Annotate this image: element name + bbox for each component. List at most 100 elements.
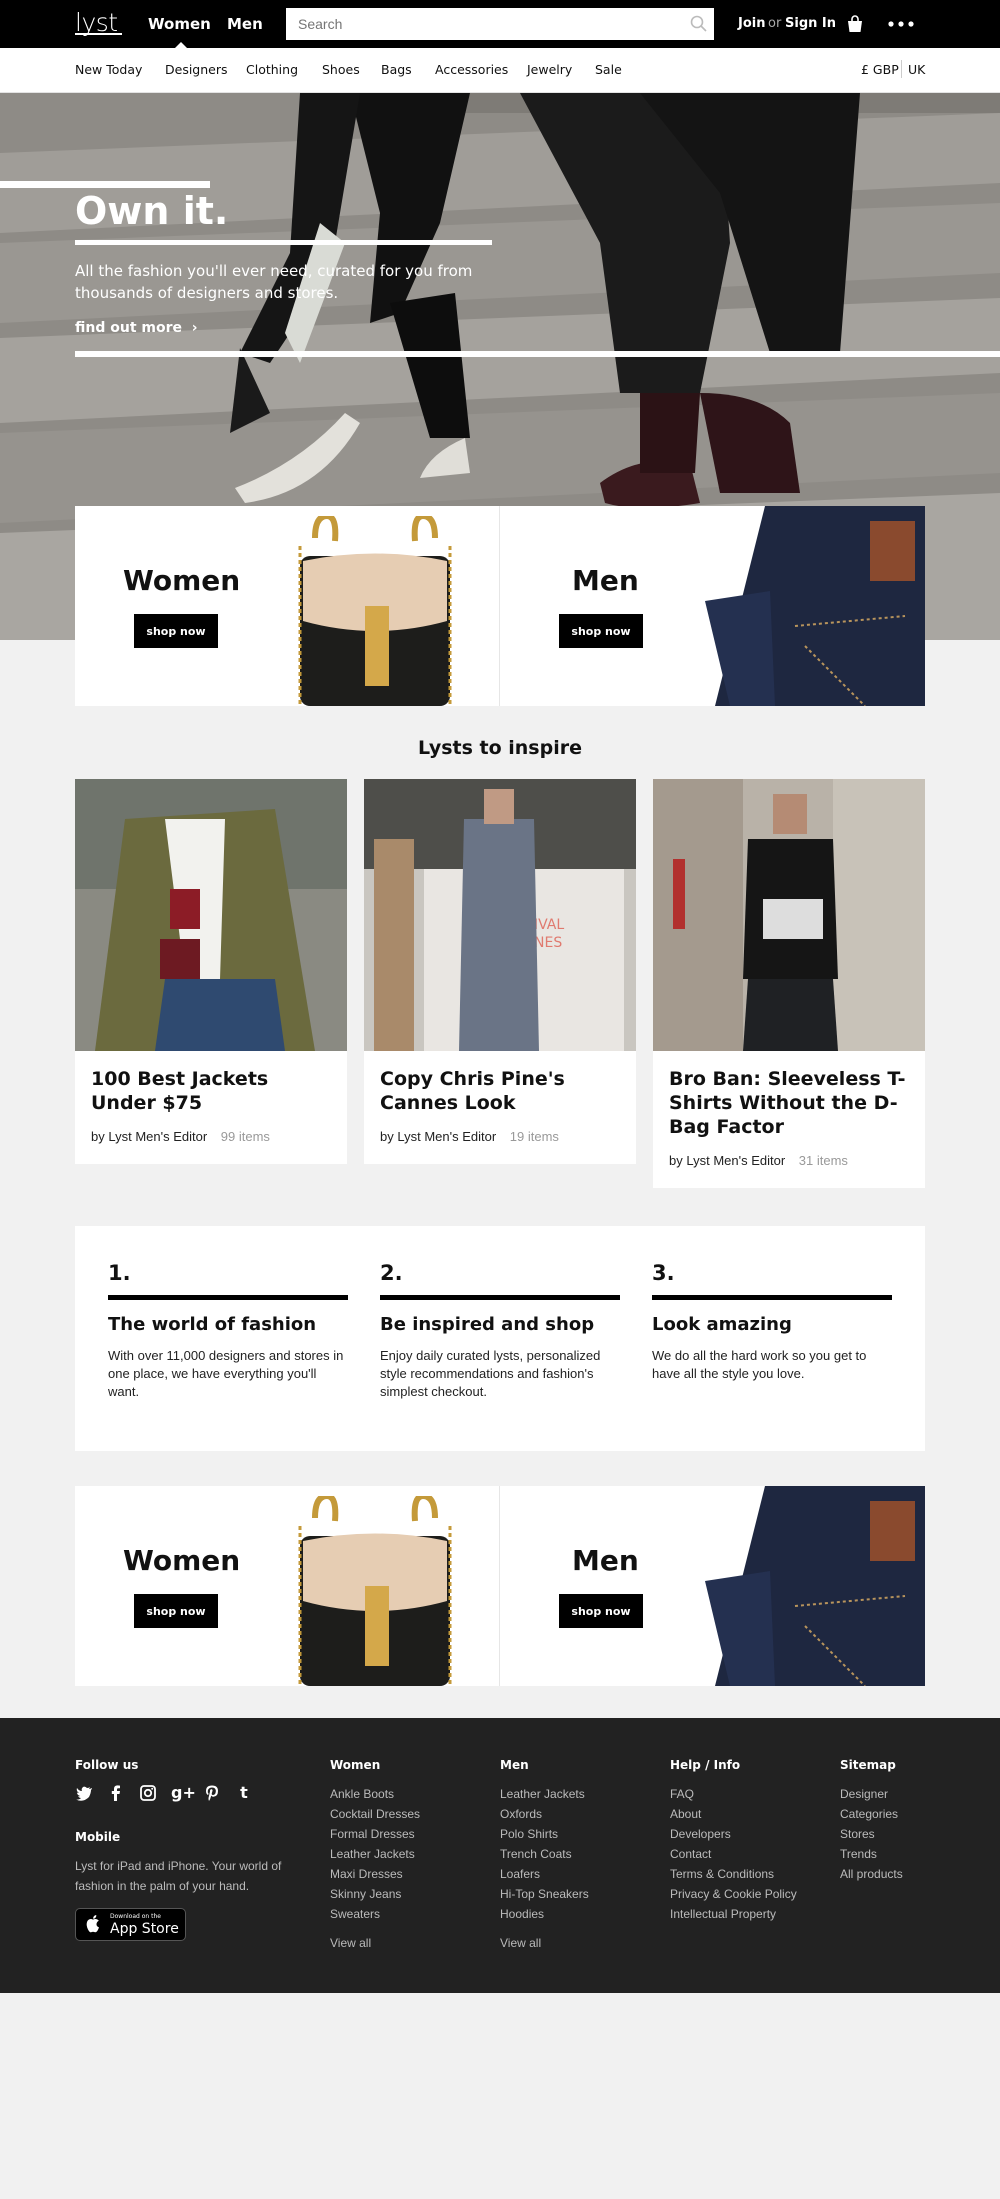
footer-social-column: Follow us g+ t Mobile Lyst for iPad and … [75, 1758, 305, 1941]
footer-men-link[interactable]: Trench Coats [500, 1844, 589, 1864]
google-plus-icon[interactable]: g+ [171, 1784, 196, 1802]
footer-help-link[interactable]: About [670, 1804, 797, 1824]
footer-sitemap-link[interactable]: Categories [840, 1804, 903, 1824]
footer-sitemap-link[interactable]: Designer [840, 1784, 903, 1804]
svg-text:NES: NES [534, 935, 562, 951]
category-bags[interactable]: Bags [381, 62, 412, 77]
find-out-more-label: find out more [75, 320, 182, 336]
category-nav: New Today Designers Clothing Shoes Bags … [0, 48, 1000, 93]
or-text: or [768, 16, 782, 31]
footer-sitemap-link[interactable]: All products [840, 1864, 903, 1884]
category-shoes[interactable]: Shoes [322, 62, 360, 77]
footer-men-link[interactable]: Leather Jackets [500, 1784, 589, 1804]
currency-selector[interactable]: £ GBP [861, 62, 899, 77]
lyst-card[interactable]: 100 Best Jackets Under $75 by Lyst Men's… [75, 779, 347, 1164]
search-input[interactable] [286, 8, 714, 40]
shop-men-button[interactable]: shop now [559, 1594, 643, 1628]
footer-women-view-all[interactable]: View all [330, 1936, 420, 1950]
shop-men-button[interactable]: shop now [559, 614, 643, 648]
footer-men-link[interactable]: Oxfords [500, 1804, 589, 1824]
twitter-icon[interactable] [75, 1784, 93, 1802]
women-bag-image[interactable] [275, 1496, 500, 1686]
lyst-card-author: by Lyst Men's Editor [669, 1153, 786, 1168]
category-sale[interactable]: Sale [595, 62, 622, 77]
nav-women[interactable]: Women [148, 15, 211, 33]
facebook-icon[interactable] [107, 1784, 125, 1802]
lyst-card-image[interactable]: IVAL NES [364, 779, 636, 1051]
footer-men-link[interactable]: Hi-Top Sneakers [500, 1884, 589, 1904]
region-selector[interactable]: UK [908, 62, 925, 77]
category-designers[interactable]: Designers [165, 62, 228, 77]
footer-help-link[interactable]: Developers [670, 1824, 797, 1844]
men-jeans-image[interactable] [675, 1486, 925, 1686]
instagram-icon[interactable] [139, 1784, 157, 1802]
nav-men[interactable]: Men [227, 15, 263, 33]
top-bar: lyst Women Men Join or Sign In [0, 0, 1000, 48]
category-jewelry[interactable]: Jewelry [527, 62, 572, 77]
hero-accent-bar [75, 240, 492, 245]
footer-sitemap-link[interactable]: Stores [840, 1824, 903, 1844]
footer-women-link[interactable]: Ankle Boots [330, 1784, 420, 1804]
footer-sitemap-link[interactable]: Trends [840, 1844, 903, 1864]
lyst-card-title[interactable]: Copy Chris Pine's Cannes Look [380, 1067, 620, 1115]
step-text: Enjoy daily curated lysts, personalized … [380, 1348, 601, 1399]
shop-women-label: Women [123, 1544, 241, 1577]
shop-women-button[interactable]: shop now [134, 1594, 218, 1628]
step-number: 3. [652, 1261, 675, 1285]
hero-accent-bar [0, 181, 210, 188]
app-store-badge[interactable]: Download on the App Store [75, 1908, 186, 1941]
lyst-card-title[interactable]: 100 Best Jackets Under $75 [91, 1067, 331, 1115]
footer-men-heading: Men [500, 1758, 529, 1772]
search-icon[interactable] [689, 14, 709, 34]
footer-help-column: Help / Info FAQ About Developers Contact… [670, 1758, 797, 1924]
lyst-card[interactable]: Bro Ban: Sleeveless T-Shirts Without the… [653, 779, 925, 1188]
lyst-card-image[interactable] [75, 779, 347, 1051]
app-store-big-text: App Store [110, 1921, 179, 1937]
more-options-icon[interactable] [888, 21, 914, 27]
footer-women-link[interactable]: Sweaters [330, 1904, 420, 1924]
women-bag-image[interactable] [275, 516, 500, 706]
shop-men-label: Men [572, 1544, 639, 1577]
lyst-card-meta: by Lyst Men's Editor 19 items [380, 1129, 620, 1144]
step-rule [108, 1295, 348, 1300]
footer-men-link[interactable]: Polo Shirts [500, 1824, 589, 1844]
footer-women-link[interactable]: Cocktail Dresses [330, 1804, 420, 1824]
lyst-card-image[interactable] [653, 779, 925, 1051]
category-clothing[interactable]: Clothing [246, 62, 298, 77]
panel-divider [499, 506, 500, 706]
footer-help-link[interactable]: Contact [670, 1844, 797, 1864]
category-accessories[interactable]: Accessories [435, 62, 508, 77]
footer: Follow us g+ t Mobile Lyst for iPad and … [0, 1718, 1000, 1993]
lysts-section-title: Lysts to inspire [418, 737, 582, 759]
men-jeans-image[interactable] [675, 506, 925, 706]
footer-men-link[interactable]: Hoodies [500, 1904, 589, 1924]
shop-women-label: Women [123, 564, 241, 597]
tumblr-icon[interactable]: t [235, 1784, 253, 1802]
footer-women-link[interactable]: Maxi Dresses [330, 1864, 420, 1884]
svg-text:IVAL: IVAL [534, 917, 564, 933]
lyst-card[interactable]: IVAL NES Copy Chris Pine's Cannes Look b… [364, 779, 636, 1164]
footer-women-link[interactable]: Leather Jackets [330, 1844, 420, 1864]
footer-help-link[interactable]: Intellectual Property [670, 1904, 797, 1924]
footer-help-link[interactable]: Terms & Conditions [670, 1864, 797, 1884]
apple-icon [86, 1915, 99, 1933]
step-title: Be inspired and shop [380, 1314, 595, 1335]
footer-men-link[interactable]: Loafers [500, 1864, 589, 1884]
footer-women-link[interactable]: Skinny Jeans [330, 1884, 420, 1904]
step-item: 2. Be inspired and shop Enjoy daily cura… [380, 1261, 620, 1401]
app-store-small-text: Download on the [110, 1913, 161, 1920]
shopping-bag-icon[interactable] [845, 14, 865, 34]
step-rule [652, 1295, 892, 1300]
lyst-card-title[interactable]: Bro Ban: Sleeveless T-Shirts Without the… [669, 1067, 909, 1139]
pinterest-icon[interactable] [203, 1784, 221, 1802]
shop-women-button[interactable]: shop now [134, 614, 218, 648]
hero-accent-bar [75, 351, 1000, 357]
sign-in-link[interactable]: Sign In [785, 16, 836, 31]
footer-help-link[interactable]: Privacy & Cookie Policy [670, 1884, 797, 1904]
footer-men-view-all[interactable]: View all [500, 1936, 589, 1950]
find-out-more-link[interactable]: find out more › [75, 320, 198, 336]
footer-help-link[interactable]: FAQ [670, 1784, 797, 1804]
footer-women-link[interactable]: Formal Dresses [330, 1824, 420, 1844]
join-link[interactable]: Join [738, 16, 765, 31]
category-new-today[interactable]: New Today [75, 62, 142, 77]
